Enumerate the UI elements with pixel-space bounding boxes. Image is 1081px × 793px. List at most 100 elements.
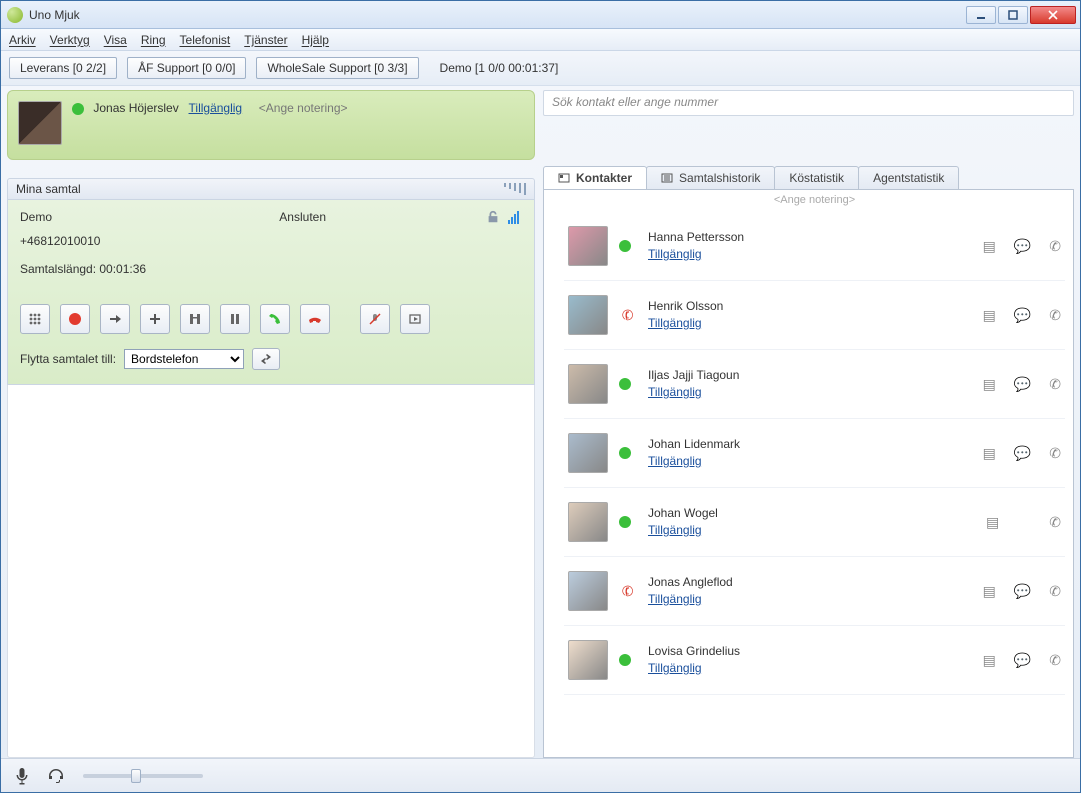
user-avatar [18,101,62,145]
contacts-scroll[interactable]: <Ange notering> Hanna PetterssonTillgäng… [544,190,1073,757]
contact-status-link[interactable]: Tillgänglig [648,247,702,261]
menu-ring[interactable]: Ring [141,33,166,47]
call-controls [20,304,522,334]
signal-bars-icon [504,183,526,195]
call-number: +46812010010 [20,234,522,248]
search-input[interactable]: Sök kontakt eller ange nummer [543,90,1074,116]
contact-row[interactable]: Johan WogelTillgänglig▤✆ [564,488,1065,557]
contact-name: Iljas Jajji Tiagoun [648,367,973,384]
chat-action-icon[interactable]: 💬 [1014,376,1031,393]
queue-button[interactable]: Demo [1 0/0 00:01:37] [429,57,570,79]
close-button[interactable] [1030,6,1076,24]
park-icon [188,312,202,326]
note-action-icon[interactable]: ▤ [983,238,996,255]
note-action-icon[interactable]: ▤ [983,307,996,324]
chat-action-icon[interactable]: 💬 [1014,583,1031,600]
menu-arkiv[interactable]: Arkiv [9,33,36,47]
transfer-button[interactable] [100,304,130,334]
note-action-icon[interactable]: ▤ [983,445,996,462]
queue-button[interactable]: WholeSale Support [0 3/3] [256,57,418,79]
add-call-button[interactable] [140,304,170,334]
record-icon [69,313,81,325]
contact-status-link[interactable]: Tillgänglig [648,523,702,537]
contact-info: Iljas Jajji TiagounTillgänglig [648,367,973,401]
headset-icon[interactable] [47,768,65,784]
contact-row[interactable]: Hanna PetterssonTillgänglig ▤ 💬 ✆ [564,212,1065,281]
contact-row[interactable]: ✆Jonas AngleflodTillgänglig▤💬✆ [564,557,1065,626]
contact-status-link[interactable]: Tillgänglig [648,316,702,330]
tab-kontakter[interactable]: Kontakter [543,166,647,189]
maximize-button[interactable] [998,6,1028,24]
chat-action-icon[interactable]: 💬 [1014,652,1031,669]
contact-info: Jonas AngleflodTillgänglig [648,574,973,608]
left-empty-area [7,385,535,758]
hold-button[interactable] [220,304,250,334]
arrow-right-icon [108,312,122,326]
tab-icon [558,172,570,184]
unlock-icon[interactable] [486,210,500,224]
phone-red-icon [308,312,322,326]
call-action-icon[interactable]: ✆ [1049,238,1061,255]
contact-row[interactable]: ✆Henrik OlssonTillgänglig▤💬✆ [564,281,1065,350]
queue-button[interactable]: Leverans [0 2/2] [9,57,117,79]
hangup-button[interactable] [300,304,330,334]
queue-button[interactable]: ÅF Support [0 0/0] [127,57,246,79]
contact-status-link[interactable]: Tillgänglig [648,385,702,399]
chat-action-icon[interactable]: 💬 [1014,238,1031,255]
transfer-target-select[interactable]: Bordstelefon [124,349,244,369]
mic-icon[interactable] [15,767,29,785]
menu-visa[interactable]: Visa [104,33,127,47]
mute-button[interactable] [360,304,390,334]
slider-thumb[interactable] [131,769,141,783]
call-action-icon[interactable]: ✆ [1049,307,1061,324]
menu-verktyg[interactable]: Verktyg [50,33,90,47]
answer-button[interactable] [260,304,290,334]
volume-slider[interactable] [83,774,203,778]
contact-status-link[interactable]: Tillgänglig [648,592,702,606]
contact-status-link[interactable]: Tillgänglig [648,454,702,468]
mic-off-icon [368,312,382,326]
park-button[interactable] [180,304,210,334]
maximize-icon [1008,10,1018,20]
note-action-icon[interactable]: ▤ [983,376,996,393]
chat-action-icon[interactable]: 💬 [1014,307,1031,324]
presence-dot-icon [619,654,631,666]
menu-tjänster[interactable]: Tjänster [244,33,287,47]
contact-actions: ▤✆ [986,514,1061,531]
record-button[interactable] [60,304,90,334]
note-action-icon[interactable]: ▤ [983,652,996,669]
user-status-link[interactable]: Tillgänglig [189,101,243,115]
contact-row[interactable]: Johan LidenmarkTillgänglig▤💬✆ [564,419,1065,488]
tab-köstatistik[interactable]: Köstatistik [774,166,859,189]
dialpad-button[interactable] [20,304,50,334]
user-note-placeholder[interactable]: <Ange notering> [259,101,348,115]
minimize-icon [976,10,986,20]
contact-status-link[interactable]: Tillgänglig [648,661,702,675]
call-queue-name: Demo [20,210,52,224]
call-action-icon[interactable]: ✆ [1049,376,1061,393]
note-action-icon[interactable]: ▤ [986,514,999,531]
call-action-icon[interactable]: ✆ [1049,514,1061,531]
tab-samtalshistorik[interactable]: Samtalshistorik [646,166,775,189]
note-action-icon[interactable]: ▤ [983,583,996,600]
contact-actions: ▤ 💬 ✆ [983,307,1061,324]
call-action-icon[interactable]: ✆ [1049,583,1061,600]
menu-telefonist[interactable]: Telefonist [180,33,231,47]
close-icon [1048,10,1058,20]
contact-avatar [568,226,608,266]
minimize-button[interactable] [966,6,996,24]
contact-name: Hanna Pettersson [648,229,973,246]
tab-label: Köstatistik [789,171,844,185]
call-action-icon[interactable]: ✆ [1049,445,1061,462]
transfer-go-button[interactable] [252,348,280,370]
call-action-icon[interactable]: ✆ [1049,652,1061,669]
my-calls-header: Mina samtal [7,178,535,200]
tab-agentstatistik[interactable]: Agentstatistik [858,166,959,189]
contact-row[interactable]: Lovisa GrindeliusTillgänglig ▤ 💬 ✆ [564,626,1065,695]
contact-row[interactable]: Iljas Jajji TiagounTillgänglig ▤ 💬 ✆ [564,350,1065,419]
menu-hjälp[interactable]: Hjälp [302,33,329,47]
contact-avatar [568,433,608,473]
contact-info: Lovisa GrindeliusTillgänglig [648,643,973,677]
popout-button[interactable] [400,304,430,334]
chat-action-icon[interactable]: 💬 [1014,445,1031,462]
